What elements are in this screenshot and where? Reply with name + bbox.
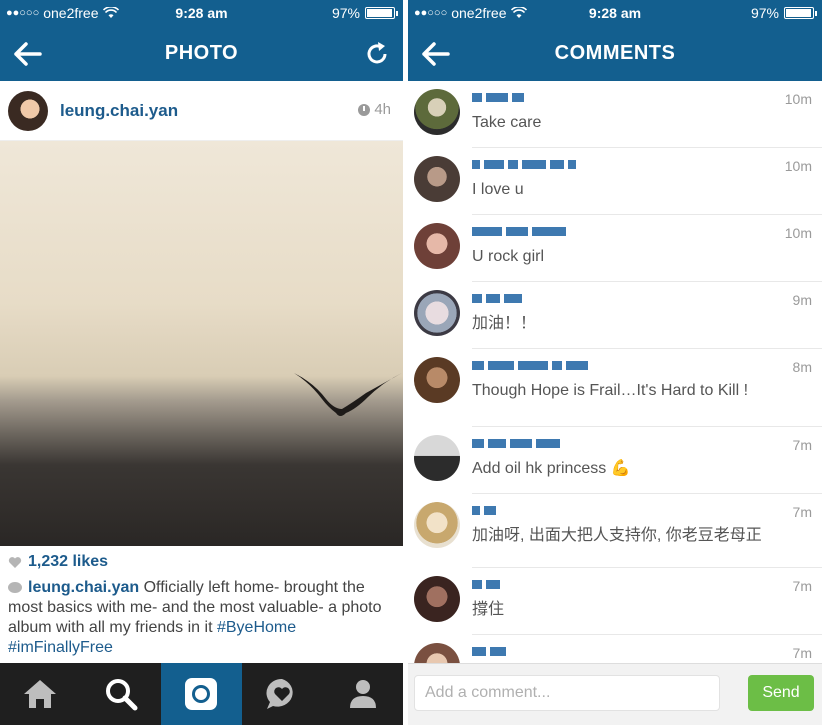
search-icon [105,679,138,711]
commenter-name-redacted[interactable] [472,580,500,590]
comment-time: 7m [792,504,812,520]
commenter-avatar[interactable] [414,89,460,135]
comment-time: 10m [784,158,812,174]
page-title: COMMENTS [554,42,676,64]
commenter-avatar[interactable] [414,576,460,622]
camera-icon [185,678,218,710]
comment-bubble-icon [8,582,22,594]
comment-text: I love u [472,181,524,198]
tab-explore[interactable] [81,663,162,725]
comment-text: Take care [472,114,542,131]
tab-profile[interactable] [322,663,403,725]
comment-row: 7m Add oil hk princess 💪 [408,427,822,494]
comment-row: 10m Take care [408,81,822,148]
comment-text: Add oil hk princess 💪 [472,460,631,477]
page-title: PHOTO [164,42,239,64]
comment-list[interactable]: 10m Take care 10m I love u 10m U rock gi… [408,81,822,663]
commenter-name-redacted[interactable] [472,93,524,103]
send-button[interactable]: Send [748,675,814,711]
tab-camera[interactable] [161,663,242,725]
battery-percent: 97% [750,5,779,21]
commenter-avatar[interactable] [414,502,460,548]
comment-time: 10m [784,91,812,107]
photo-nav: PHOTO [0,30,403,78]
commenter-name-redacted[interactable] [472,361,588,371]
post-caption: leung.chai.yan Officially left home- bro… [8,578,395,658]
commenter-avatar[interactable] [414,643,460,663]
comment-row: 10m U rock girl [408,215,822,282]
clock-icon [358,103,371,116]
commenter-avatar[interactable] [414,223,460,269]
comments-screen: ●●○○○ one2free 9:28 am 97% COMMENTS 10m … [408,0,822,725]
battery-icon [784,7,817,19]
comment-time: 7m [792,578,812,594]
comment-row: 10m I love u [408,148,822,215]
home-icon [24,680,57,708]
commenter-avatar[interactable] [414,357,460,403]
post-age-text: 4h [374,101,391,118]
battery-percent: 97% [331,5,360,21]
post-photo[interactable] [0,141,403,546]
heart-icon [8,557,22,568]
post-username[interactable]: leung.chai.yan [60,101,178,121]
commenter-avatar[interactable] [414,435,460,481]
bird-silhouette [294,373,402,416]
comment-time: 7m [792,645,812,661]
commenter-name-redacted[interactable] [472,439,560,449]
comment-row: 8m Though Hope is Frail…It's Hard to Kil… [408,349,822,427]
comment-composer: Send [408,663,822,725]
commenter-name-redacted[interactable] [472,227,566,237]
comment-time: 10m [784,225,812,241]
post-age: 4h [358,101,391,118]
battery-info: 97% [331,5,398,21]
comment-text: U rock girl [472,248,545,265]
commenter-avatar[interactable] [414,290,460,336]
status-bar: ●●○○○ one2free 9:28 am 97% [408,0,822,26]
hashtag[interactable]: #ByeHome [217,619,296,636]
commenter-name-redacted[interactable] [472,506,496,516]
caption-username[interactable]: leung.chai.yan [28,579,139,596]
comment-text: 加油呀, 出面大把人支持你, 你老豆老母正 [472,527,762,544]
commenter-name-redacted[interactable] [472,294,522,304]
comment-input[interactable] [414,675,720,711]
comment-row: 7m [408,635,822,663]
activity-icon [266,678,293,709]
bottom-tab-bar [0,663,403,725]
comment-row: 7m 加油呀, 出面大把人支持你, 你老豆老母正 [408,494,822,568]
comment-time: 9m [792,292,812,308]
likes-count: 1,232 likes [28,553,109,570]
battery-icon [365,7,398,19]
battery-info: 97% [750,5,817,21]
comment-row: 9m 加油！！ [408,282,822,349]
likes-row[interactable]: 1,232 likes [8,553,108,571]
hashtag[interactable]: #imFinallyFree [8,639,113,656]
comments-header: ●●○○○ one2free 9:28 am 97% COMMENTS [408,0,822,81]
comment-time: 8m [792,359,812,375]
comment-text: 加油！！ [472,315,537,332]
post-author-bar: leung.chai.yan 4h [0,81,403,141]
tab-home[interactable] [0,663,81,725]
status-bar: ●●○○○ one2free 9:28 am 97% [0,0,403,26]
photo-screen: ●●○○○ one2free 9:28 am 97% PHOTO leung.c… [0,0,403,725]
tab-activity[interactable] [242,663,323,725]
commenter-name-redacted[interactable] [472,647,506,657]
comment-text: 撐住 [472,601,505,618]
photo-header: ●●○○○ one2free 9:28 am 97% PHOTO [0,0,403,81]
avatar[interactable] [8,91,48,131]
commenter-avatar[interactable] [414,156,460,202]
comment-time: 7m [792,437,812,453]
commenter-name-redacted[interactable] [472,160,576,170]
comments-nav: COMMENTS [408,30,822,78]
refresh-icon[interactable] [363,40,391,68]
comment-text: Though Hope is Frail…It's Hard to Kill ! [472,382,749,399]
comment-row: 7m 撐住 [408,568,822,635]
profile-icon [349,680,376,708]
